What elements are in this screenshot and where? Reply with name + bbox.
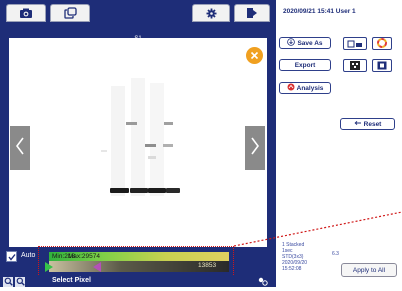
previous-image-button[interactable] — [10, 126, 30, 170]
export-button[interactable]: Export — [279, 59, 331, 71]
zoom-out-button[interactable] — [15, 277, 25, 287]
frame-button[interactable] — [372, 59, 392, 72]
apply-to-all-button[interactable]: Apply to All — [341, 263, 397, 277]
color-button[interactable] — [372, 37, 392, 50]
save-as-button[interactable]: Save As — [279, 37, 331, 49]
tab-camera[interactable] — [6, 4, 46, 22]
reset-label: Reset — [363, 120, 382, 128]
settings-button[interactable] — [192, 4, 230, 22]
info-value: 6.3 — [332, 251, 339, 257]
zoom-in-icon — [4, 273, 13, 291]
select-pixel-button[interactable]: Select Pixel — [52, 277, 91, 284]
username: User 1 — [335, 8, 356, 15]
chevron-right-icon — [250, 136, 260, 161]
camera-icon — [19, 8, 33, 19]
pattern-button[interactable] — [343, 59, 367, 72]
analysis-label: Analysis — [296, 84, 324, 92]
gear-icon — [206, 8, 217, 19]
reset-button[interactable]: Reset — [340, 118, 395, 130]
bottom-toolbar — [0, 276, 276, 287]
next-image-button[interactable] — [245, 126, 265, 170]
analysis-button[interactable]: Analysis — [279, 82, 331, 94]
close-image-button[interactable] — [246, 47, 263, 64]
exit-icon — [246, 7, 258, 19]
blot-image — [9, 38, 267, 247]
reset-icon — [354, 120, 362, 128]
zoom-out-icon — [16, 273, 25, 291]
view-mode-button[interactable] — [343, 37, 367, 50]
acquisition-info: 1 Stacked 1sec STD(3x3) 2020/09/20 15:52… — [282, 242, 307, 272]
auto-checkbox[interactable] — [6, 251, 17, 262]
header-info: 2020/09/21 15:41 User 1 — [283, 8, 356, 15]
checkmark-icon — [7, 248, 16, 266]
exit-button[interactable] — [234, 4, 270, 22]
image-panel: S1 — [0, 0, 276, 287]
export-label: Export — [294, 61, 316, 69]
close-icon — [250, 47, 259, 65]
download-icon — [287, 38, 296, 48]
auto-label: Auto — [21, 252, 36, 259]
tab-bar — [0, 0, 276, 26]
layout-icon — [347, 35, 363, 53]
datetime: 2020/09/21 15:41 — [283, 8, 334, 15]
color-wheel-icon — [377, 35, 387, 53]
info-line: 15:52:08 — [282, 266, 302, 272]
frame-icon — [377, 57, 387, 75]
save-as-label: Save As — [297, 39, 323, 47]
histogram-highlight-box — [38, 246, 234, 277]
analysis-icon — [287, 83, 295, 93]
checker-icon — [350, 57, 360, 75]
tab-copy[interactable] — [50, 4, 90, 22]
zoom-in-button[interactable] — [3, 277, 13, 287]
chevron-left-icon — [15, 136, 25, 161]
copy-icon — [63, 7, 77, 19]
display-settings-button[interactable] — [256, 277, 270, 287]
image-viewer-app: S1 — [0, 0, 402, 287]
image-viewport[interactable]: S1 — [9, 36, 267, 247]
adjust-icon — [257, 273, 269, 291]
